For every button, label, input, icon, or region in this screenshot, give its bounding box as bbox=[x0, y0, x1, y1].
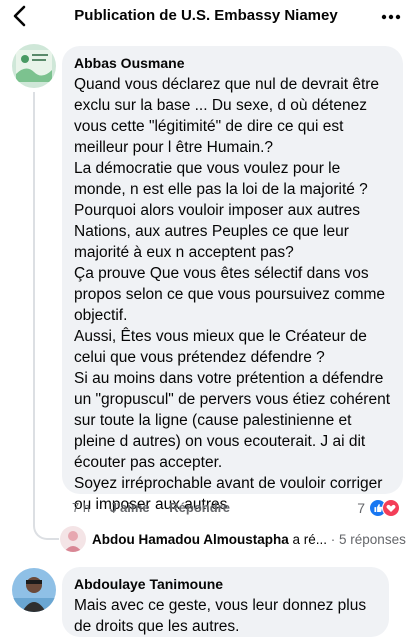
reply-action: a ré... bbox=[288, 532, 328, 547]
comment-text: Mais avec ce geste, vous leur donnez plu… bbox=[74, 597, 367, 635]
avatar[interactable] bbox=[12, 568, 56, 612]
comment-author[interactable]: Abbas Ousmane bbox=[74, 54, 391, 72]
comment-author[interactable]: Abdoulaye Tanimoune bbox=[74, 575, 377, 593]
reply-separator: · bbox=[327, 532, 340, 547]
comment-bubble: Abbas Ousmane Quand vous déclarez que nu… bbox=[62, 46, 403, 513]
reply-author: Abdou Hamadou Almoustapha bbox=[92, 532, 289, 547]
love-icon bbox=[382, 499, 400, 517]
ellipsis-icon[interactable] bbox=[376, 4, 406, 30]
comment-text: Quand vous déclarez que nul de devrait ê… bbox=[74, 76, 391, 513]
thread-line bbox=[33, 92, 35, 525]
reaction-summary[interactable]: 7 bbox=[357, 497, 400, 519]
view-replies-link[interactable]: Abdou Hamadou Almoustapha a ré... · 5 ré… bbox=[92, 532, 408, 547]
avatar[interactable] bbox=[60, 526, 86, 552]
reply-count: 5 réponses bbox=[339, 532, 406, 547]
comment-bubble: Abdoulaye Tanimoune Mais avec ce geste, … bbox=[62, 567, 389, 637]
page-title: Publication de U.S. Embassy Niamey bbox=[74, 7, 338, 24]
like-button[interactable]: J'aime bbox=[110, 500, 150, 515]
comment-actions: 7 h J'aime Répondre bbox=[72, 500, 246, 515]
comment-timestamp: 7 h bbox=[72, 500, 91, 515]
avatar[interactable] bbox=[12, 44, 56, 88]
reaction-count: 7 bbox=[357, 500, 365, 516]
reply-button[interactable]: Répondre bbox=[169, 500, 230, 515]
thread-connector bbox=[33, 505, 59, 540]
chevron-left-icon[interactable] bbox=[6, 2, 34, 30]
top-bar: Publication de U.S. Embassy Niamey bbox=[0, 0, 414, 34]
